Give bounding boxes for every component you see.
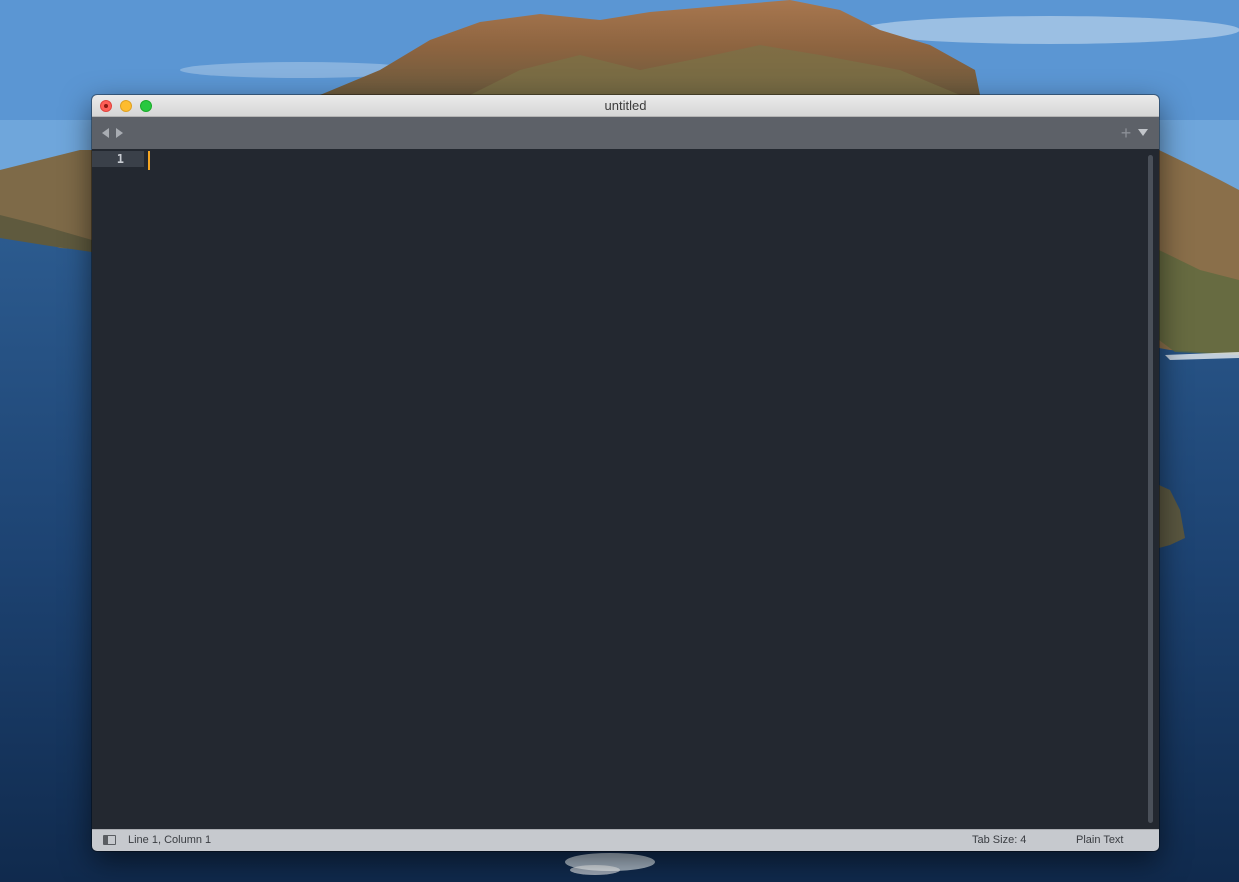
close-window-button[interactable] bbox=[100, 100, 112, 112]
tab-size-selector[interactable]: Tab Size: 4 bbox=[972, 830, 1026, 851]
line-number-gutter: 1 bbox=[92, 149, 144, 829]
tab-bar: + bbox=[92, 117, 1159, 149]
zoom-window-button[interactable] bbox=[140, 100, 152, 112]
new-tab-button[interactable]: + bbox=[1118, 123, 1134, 143]
scrollbar-thumb[interactable] bbox=[1148, 155, 1153, 823]
sidebar-toggle-icon[interactable] bbox=[103, 835, 116, 845]
window-title: untitled bbox=[604, 98, 647, 113]
status-bar: Line 1, Column 1 Tab Size: 4 Plain Text bbox=[92, 829, 1159, 851]
syntax-selector[interactable]: Plain Text bbox=[1076, 830, 1124, 851]
text-area[interactable] bbox=[144, 149, 1144, 829]
close-dot-icon bbox=[104, 104, 108, 108]
cursor-position[interactable]: Line 1, Column 1 bbox=[128, 830, 211, 851]
minimize-window-button[interactable] bbox=[120, 100, 132, 112]
code-editor[interactable]: 1 bbox=[92, 149, 1159, 829]
editor-window: untitled + 1 Line 1, Column 1 Tab Size: … bbox=[92, 95, 1159, 851]
vertical-scrollbar[interactable] bbox=[1144, 149, 1159, 829]
title-bar[interactable]: untitled bbox=[92, 95, 1159, 117]
text-caret bbox=[148, 151, 150, 170]
triangle-left-icon[interactable] bbox=[102, 128, 109, 138]
line-number: 1 bbox=[116, 152, 124, 166]
triangle-down-icon[interactable] bbox=[1138, 129, 1148, 136]
current-line-highlight: 1 bbox=[92, 151, 144, 167]
triangle-right-icon[interactable] bbox=[116, 128, 123, 138]
